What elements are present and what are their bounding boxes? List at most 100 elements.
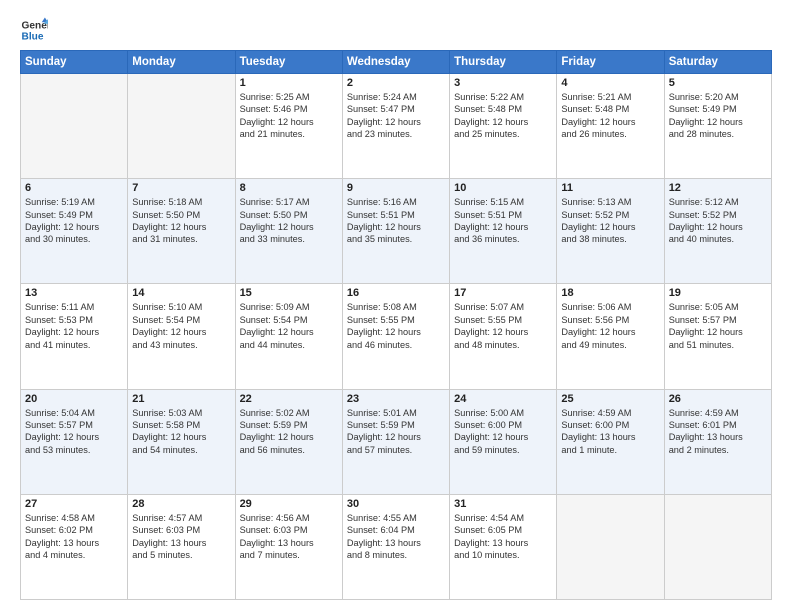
calendar-day-cell: 6Sunrise: 5:19 AMSunset: 5:49 PMDaylight… [21, 179, 128, 284]
calendar-day-cell: 16Sunrise: 5:08 AMSunset: 5:55 PMDayligh… [342, 284, 449, 389]
day-info-line: Daylight: 12 hours [561, 116, 659, 128]
weekday-header-thursday: Thursday [450, 51, 557, 74]
calendar-day-cell: 25Sunrise: 4:59 AMSunset: 6:00 PMDayligh… [557, 389, 664, 494]
weekday-header-monday: Monday [128, 51, 235, 74]
calendar-day-cell: 17Sunrise: 5:07 AMSunset: 5:55 PMDayligh… [450, 284, 557, 389]
day-info-line: Sunrise: 5:25 AM [240, 91, 338, 103]
day-info-line: Daylight: 12 hours [669, 116, 767, 128]
day-number: 17 [454, 287, 552, 299]
day-info-line: and 57 minutes. [347, 444, 445, 456]
day-number: 28 [132, 498, 230, 510]
calendar-day-cell: 5Sunrise: 5:20 AMSunset: 5:49 PMDaylight… [664, 74, 771, 179]
calendar-week-row: 13Sunrise: 5:11 AMSunset: 5:53 PMDayligh… [21, 284, 772, 389]
day-info-line: and 44 minutes. [240, 339, 338, 351]
calendar-day-cell: 3Sunrise: 5:22 AMSunset: 5:48 PMDaylight… [450, 74, 557, 179]
day-info-line: Daylight: 12 hours [132, 431, 230, 443]
day-info-line: and 54 minutes. [132, 444, 230, 456]
header: General Blue [20, 16, 772, 44]
calendar-day-cell: 31Sunrise: 4:54 AMSunset: 6:05 PMDayligh… [450, 494, 557, 599]
calendar-day-cell: 21Sunrise: 5:03 AMSunset: 5:58 PMDayligh… [128, 389, 235, 494]
calendar-week-row: 6Sunrise: 5:19 AMSunset: 5:49 PMDaylight… [21, 179, 772, 284]
day-info-line: Sunset: 5:56 PM [561, 314, 659, 326]
day-info-line: Sunrise: 5:05 AM [669, 301, 767, 313]
day-number: 14 [132, 287, 230, 299]
day-info-line: Sunset: 5:53 PM [25, 314, 123, 326]
day-info-line: Daylight: 13 hours [25, 537, 123, 549]
day-info-line: and 43 minutes. [132, 339, 230, 351]
day-info-line: Sunrise: 5:09 AM [240, 301, 338, 313]
day-number: 30 [347, 498, 445, 510]
day-info-line: Sunset: 5:54 PM [240, 314, 338, 326]
day-number: 2 [347, 77, 445, 89]
day-info-line: Sunrise: 5:00 AM [454, 407, 552, 419]
calendar-day-cell: 2Sunrise: 5:24 AMSunset: 5:47 PMDaylight… [342, 74, 449, 179]
day-number: 20 [25, 393, 123, 405]
day-info-line: Sunrise: 5:04 AM [25, 407, 123, 419]
day-info-line: Sunset: 6:03 PM [240, 524, 338, 536]
day-info-line: Daylight: 12 hours [669, 326, 767, 338]
day-info-line: Daylight: 12 hours [132, 221, 230, 233]
day-info-line: and 10 minutes. [454, 549, 552, 561]
day-info-line: and 59 minutes. [454, 444, 552, 456]
calendar-week-row: 27Sunrise: 4:58 AMSunset: 6:02 PMDayligh… [21, 494, 772, 599]
day-info-line: Daylight: 13 hours [454, 537, 552, 549]
day-number: 10 [454, 182, 552, 194]
day-info-line: and 25 minutes. [454, 128, 552, 140]
calendar-day-cell [128, 74, 235, 179]
day-info-line: and 46 minutes. [347, 339, 445, 351]
day-info-line: and 41 minutes. [25, 339, 123, 351]
day-info-line: Sunset: 5:51 PM [454, 209, 552, 221]
day-info-line: and 49 minutes. [561, 339, 659, 351]
day-number: 29 [240, 498, 338, 510]
day-info-line: Sunrise: 5:03 AM [132, 407, 230, 419]
calendar-day-cell: 19Sunrise: 5:05 AMSunset: 5:57 PMDayligh… [664, 284, 771, 389]
day-info-line: Sunrise: 5:17 AM [240, 196, 338, 208]
day-info-line: Daylight: 12 hours [25, 221, 123, 233]
day-info-line: and 7 minutes. [240, 549, 338, 561]
day-info-line: Sunrise: 4:54 AM [454, 512, 552, 524]
calendar-day-cell [557, 494, 664, 599]
weekday-header-wednesday: Wednesday [342, 51, 449, 74]
day-number: 3 [454, 77, 552, 89]
calendar-day-cell: 13Sunrise: 5:11 AMSunset: 5:53 PMDayligh… [21, 284, 128, 389]
day-info-line: Sunrise: 5:15 AM [454, 196, 552, 208]
day-info-line: Sunset: 5:55 PM [347, 314, 445, 326]
day-info-line: Sunset: 5:57 PM [25, 419, 123, 431]
calendar-day-cell [21, 74, 128, 179]
day-info-line: Sunrise: 5:18 AM [132, 196, 230, 208]
logo: General Blue [20, 16, 48, 44]
day-info-line: Daylight: 13 hours [132, 537, 230, 549]
day-number: 6 [25, 182, 123, 194]
day-info-line: and 33 minutes. [240, 233, 338, 245]
day-info-line: Daylight: 12 hours [25, 431, 123, 443]
day-info-line: Daylight: 12 hours [454, 431, 552, 443]
day-info-line: Sunset: 5:52 PM [669, 209, 767, 221]
day-info-line: and 26 minutes. [561, 128, 659, 140]
calendar-day-cell: 22Sunrise: 5:02 AMSunset: 5:59 PMDayligh… [235, 389, 342, 494]
day-info-line: Sunrise: 5:13 AM [561, 196, 659, 208]
day-info-line: Daylight: 12 hours [347, 221, 445, 233]
day-info-line: Sunrise: 5:22 AM [454, 91, 552, 103]
day-info-line: Daylight: 12 hours [454, 116, 552, 128]
day-info-line: Daylight: 13 hours [240, 537, 338, 549]
day-info-line: Sunset: 5:52 PM [561, 209, 659, 221]
day-info-line: Sunset: 5:51 PM [347, 209, 445, 221]
calendar-day-cell: 9Sunrise: 5:16 AMSunset: 5:51 PMDaylight… [342, 179, 449, 284]
day-info-line: Daylight: 13 hours [347, 537, 445, 549]
day-info-line: Sunset: 5:59 PM [240, 419, 338, 431]
day-info-line: Daylight: 13 hours [561, 431, 659, 443]
day-info-line: Daylight: 12 hours [240, 431, 338, 443]
weekday-header-sunday: Sunday [21, 51, 128, 74]
day-number: 19 [669, 287, 767, 299]
day-info-line: and 38 minutes. [561, 233, 659, 245]
day-info-line: Sunrise: 4:57 AM [132, 512, 230, 524]
day-number: 15 [240, 287, 338, 299]
day-info-line: and 1 minute. [561, 444, 659, 456]
day-number: 21 [132, 393, 230, 405]
day-info-line: and 40 minutes. [669, 233, 767, 245]
day-info-line: Sunrise: 4:55 AM [347, 512, 445, 524]
calendar-day-cell: 24Sunrise: 5:00 AMSunset: 6:00 PMDayligh… [450, 389, 557, 494]
calendar-day-cell: 7Sunrise: 5:18 AMSunset: 5:50 PMDaylight… [128, 179, 235, 284]
day-info-line: Sunrise: 5:20 AM [669, 91, 767, 103]
day-info-line: Daylight: 12 hours [25, 326, 123, 338]
